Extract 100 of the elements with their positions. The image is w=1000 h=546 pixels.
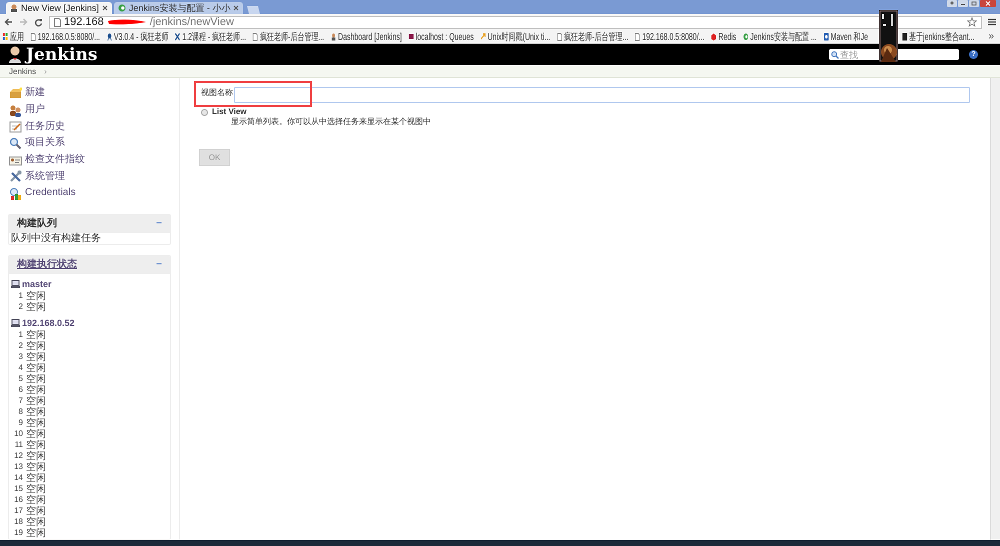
bookmark-link[interactable]: 1.2课程 - 疯狂老师...: [182, 32, 246, 42]
executor-status: 空闲: [26, 450, 46, 462]
menu-icon[interactable]: [988, 18, 996, 26]
search-icon: [831, 50, 839, 58]
executor-status: 空闲: [26, 484, 46, 495]
url-text: /jenkins/newView: [150, 16, 234, 28]
executor-status: 空闲: [26, 396, 46, 407]
cube-icon[interactable]: [711, 33, 716, 41]
bookmark-link[interactable]: 疯狂老师-后台管理...: [564, 32, 628, 42]
executor-number: 18: [13, 517, 23, 528]
bookmark-link[interactable]: localhost : Queues: [416, 32, 474, 42]
cross-icon[interactable]: [175, 33, 180, 41]
minimize-icon[interactable]: [958, 0, 968, 7]
bookmark-link[interactable]: 疯狂老师-后台管理...: [260, 32, 324, 42]
field-label: 视图名称: [201, 88, 233, 98]
monitor-icon[interactable]: [408, 33, 414, 41]
bookmark-link[interactable]: Unix时间戳(Unix ti...: [488, 32, 550, 42]
url-text: 192.168: [64, 16, 104, 28]
executor-number: 15: [13, 484, 23, 494]
executor-number: 19: [13, 528, 23, 538]
scrollbar[interactable]: [990, 78, 1000, 540]
executor-status: 空闲: [26, 352, 46, 363]
person-icon[interactable]: [331, 33, 336, 41]
sidebar-link[interactable]: 项目关系: [25, 137, 65, 150]
square-logo-icon[interactable]: [902, 33, 907, 41]
bookmark-link[interactable]: Maven 和Je: [830, 32, 868, 42]
breadcrumb-link[interactable]: Jenkins: [9, 66, 36, 76]
star-icon[interactable]: [967, 17, 977, 27]
option-description: 显示简单列表。你可以从中选择任务来显示在某个视图中: [231, 117, 432, 127]
id-card-icon[interactable]: [9, 154, 22, 167]
bookmark-link[interactable]: 192.168.0.5:8080/...: [38, 32, 100, 42]
bookmark-link[interactable]: Jenkins安装与配置 ...: [750, 32, 817, 42]
executor-number: 11: [14, 440, 23, 450]
bookmark-link[interactable]: 基于jenkins整合ant...: [909, 32, 974, 42]
page-icon[interactable]: [557, 33, 562, 41]
maximize-icon[interactable]: [969, 0, 979, 7]
users-icon[interactable]: [9, 104, 22, 117]
executor-number: 1: [18, 330, 23, 340]
computer-icon: [11, 319, 20, 328]
sidebar-link[interactable]: Credentials: [25, 187, 76, 200]
tools-icon[interactable]: [9, 170, 22, 184]
computer-icon: [11, 280, 20, 288]
badge-icon[interactable]: [106, 33, 112, 41]
page-icon: [54, 18, 61, 26]
address-bar[interactable]: 192.168 /jenkins/newView: [49, 16, 982, 28]
bookmark-link[interactable]: V3.0.4 - 疯狂老师: [114, 32, 168, 42]
executor-status: 空闲: [26, 384, 46, 396]
bookmark-link[interactable]: Redis: [718, 32, 736, 42]
browser-tab[interactable]: Jenkins安装与配置 - 小小: [114, 2, 244, 14]
notepad-icon[interactable]: [9, 120, 22, 134]
node-link[interactable]: 192.168.0.52: [22, 318, 75, 328]
executor-number: 16: [13, 495, 23, 506]
executor-number: 14: [13, 473, 23, 484]
executor-status: 空闲: [26, 302, 46, 313]
page-icon[interactable]: [635, 33, 640, 41]
executor-status: 空闲: [26, 330, 46, 341]
page-icon[interactable]: [30, 33, 36, 41]
more-bookmarks-button[interactable]: »: [988, 30, 994, 43]
executor-number: 4: [18, 363, 23, 374]
executor-status: 空闲: [26, 472, 46, 484]
text-input-field[interactable]: [234, 87, 970, 103]
executor-status: 空闲: [26, 516, 46, 528]
page-icon[interactable]: [252, 33, 258, 41]
bookmark-link[interactable]: Dashboard [Jenkins]: [338, 32, 402, 42]
executor-number: 7: [18, 396, 23, 406]
executor-status: 空闲: [26, 462, 46, 473]
panel-title-link[interactable]: 构建执行状态: [17, 258, 77, 271]
circle-logo-icon: [118, 4, 126, 12]
sidebar-link[interactable]: 系统管理: [25, 170, 65, 183]
browser-tab[interactable]: New View [Jenkins]: [6, 2, 112, 14]
search-icon[interactable]: [9, 136, 22, 150]
back-icon[interactable]: [4, 18, 13, 26]
sidebar-link[interactable]: 新建: [25, 87, 45, 100]
executor-number: 17: [13, 506, 23, 516]
executor-status: 空闲: [26, 506, 46, 517]
executor-number: 8: [18, 407, 23, 418]
sidebar-link[interactable]: 任务历史: [25, 120, 65, 133]
executor-status: 空闲: [26, 362, 46, 374]
executor-number: 5: [18, 374, 23, 384]
executor-number: 2: [18, 302, 23, 312]
executor-status: 空闲: [26, 374, 46, 385]
executor-number: 1: [18, 291, 23, 302]
bookmark-link[interactable]: 192.168.0.5:8080/...: [642, 32, 704, 42]
reload-icon[interactable]: [34, 18, 43, 26]
executor-number: 3: [18, 352, 23, 362]
breadcrumb-separator: ›: [44, 66, 47, 76]
executor-status: 空闲: [26, 406, 46, 418]
sidebar-link[interactable]: 用户: [25, 104, 45, 116]
executor-status: 空闲: [26, 290, 46, 302]
circle-logo-icon[interactable]: [743, 33, 748, 41]
queue-message: 队列中没有构建任务: [10, 232, 102, 244]
node-link[interactable]: master: [22, 279, 52, 290]
bookmark-link[interactable]: 应用: [10, 32, 24, 42]
executor-status: 空闲: [26, 528, 46, 539]
sidebar-link[interactable]: 检查文件指纹: [25, 154, 85, 166]
close-icon[interactable]: [980, 0, 996, 7]
panel-title: 构建队列: [17, 218, 57, 230]
radio-button[interactable]: [201, 108, 208, 116]
apps-grid-icon[interactable]: [2, 33, 8, 41]
redaction-scribble: [106, 17, 147, 27]
